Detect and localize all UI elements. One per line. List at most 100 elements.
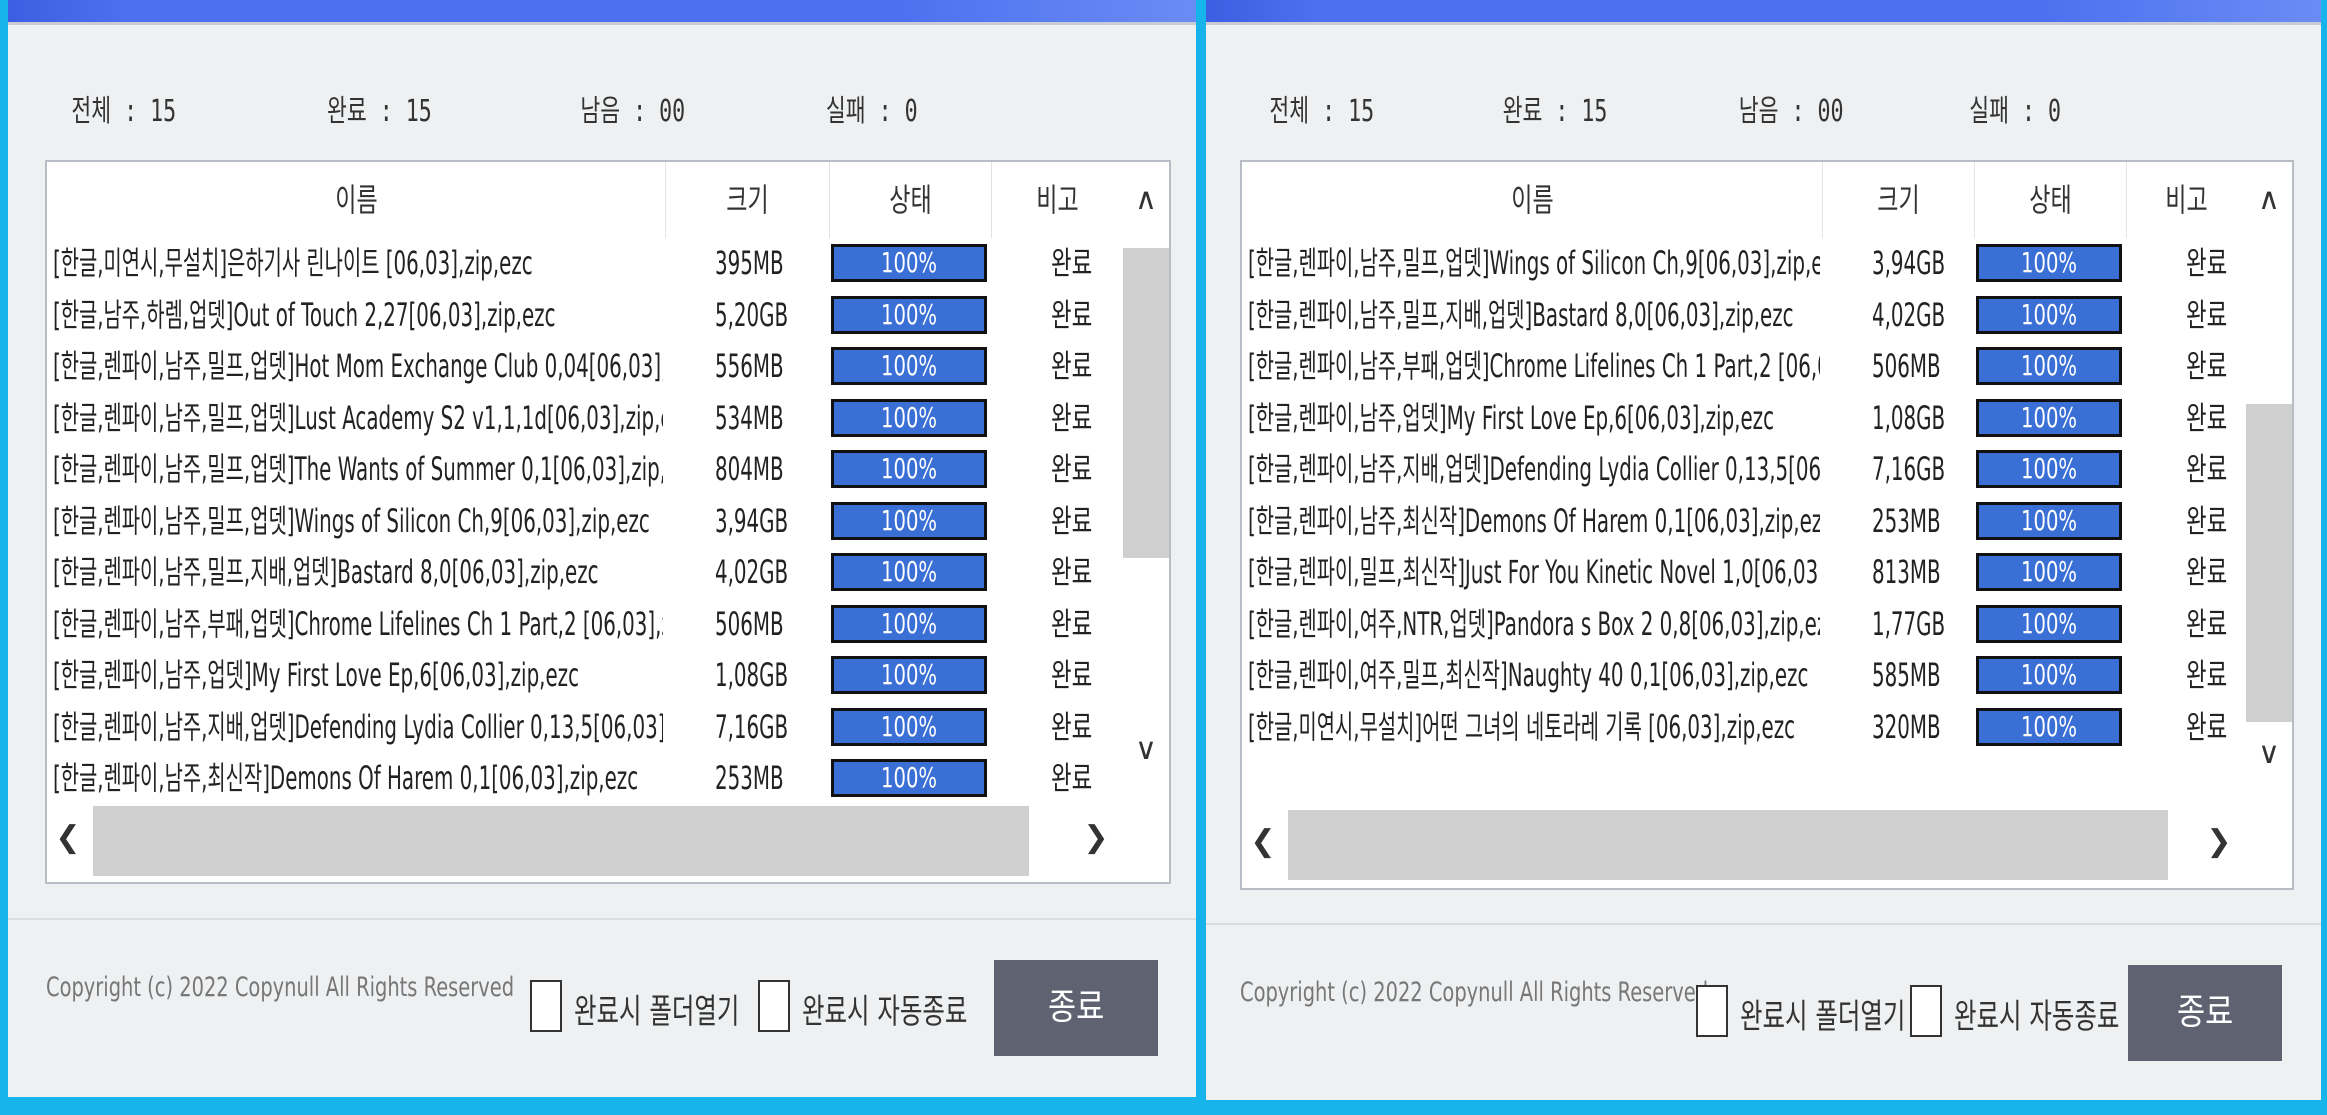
column-header-status[interactable]: 상태 (829, 162, 992, 238)
exit-button[interactable]: 종료 (994, 960, 1158, 1056)
file-list[interactable]: 이름 크기 상태 비고 [한글,미연시,무설치]은하기사 린나이트 [06,03… (45, 160, 1171, 884)
column-header-name[interactable]: 이름 (1242, 162, 1823, 238)
chevron-left-icon[interactable]: ❮ (53, 820, 83, 855)
table-row[interactable]: [한글,렌파이,남주,밀프,업뎃]Hot Mom Exchange Club 0… (47, 341, 1123, 392)
table-row[interactable]: [한글,렌파이,남주,밀프,업뎃]Lust Academy S2 v1,1,1d… (47, 393, 1123, 444)
chevron-right-icon[interactable]: ❯ (1081, 820, 1111, 855)
progress-percent: 100% (880, 246, 938, 279)
file-name: [한글,남주,하렘,업뎃]Out of Touch 2,27[06,03],zi… (53, 295, 556, 334)
status-note: 완료 (2186, 398, 2228, 437)
status-note: 완료 (1051, 707, 1093, 746)
file-size: 395MB (715, 244, 784, 282)
chevron-down-icon[interactable]: ∨ (1123, 732, 1169, 767)
status-note: 완료 (2186, 295, 2228, 334)
progress-bar: 100% (831, 244, 987, 282)
horizontal-scrollbar[interactable]: ❮ ❯ (47, 802, 1167, 880)
table-row[interactable]: [한글,렌파이,남주,밀프,지배,업뎃]Bastard 8,0[06,03],z… (47, 547, 1123, 598)
auto-exit-checkbox[interactable] (758, 980, 790, 1032)
table-row[interactable]: [한글,렌파이,남주,밀프,업뎃]Wings of Silicon Ch,9[0… (1242, 238, 2246, 289)
file-size: 5,20GB (715, 295, 789, 334)
file-size: 1,08GB (715, 656, 789, 694)
column-header-note[interactable]: 비고 (2126, 162, 2247, 238)
column-header-note[interactable]: 비고 (991, 162, 1124, 238)
title-bar[interactable] (8, 0, 1196, 25)
chevron-up-icon[interactable]: ∧ (2246, 182, 2292, 217)
open-folder-checkbox[interactable] (1696, 985, 1728, 1037)
auto-exit-label: 완료시 자동종료 (1954, 997, 2120, 1037)
table-row[interactable]: [한글,렌파이,남주,최신작]Demons Of Harem 0,1[06,03… (1242, 496, 2246, 547)
table-row[interactable]: [한글,렌파이,밀프,최신작]Just For You Kinetic Nove… (1242, 547, 2246, 598)
chevron-down-icon[interactable]: ∨ (2246, 736, 2292, 771)
table-row[interactable]: [한글,렌파이,남주,밀프,지배,업뎃]Bastard 8,0[06,03],z… (1242, 290, 2246, 341)
file-size: 556MB (715, 347, 784, 385)
status-note: 완료 (2186, 501, 2228, 540)
horizontal-scrollbar[interactable]: ❮ ❯ (1242, 806, 2290, 884)
table-row[interactable]: [한글,렌파이,남주,업뎃]My First Love Ep,6[06,03],… (47, 650, 1123, 701)
chevron-left-icon[interactable]: ❮ (1248, 824, 1278, 859)
status-note: 완료 (1051, 501, 1093, 540)
title-bar[interactable] (1206, 0, 2321, 25)
table-row[interactable]: [한글,렌파이,남주,부패,업뎃]Chrome Lifelines Ch 1 P… (47, 599, 1123, 650)
file-name: [한글,렌파이,남주,밀프,업뎃]The Wants of Summer 0,1… (53, 450, 663, 488)
column-header-size[interactable]: 크기 (1822, 162, 1975, 238)
file-name: [한글,렌파이,여주,NTR,업뎃]Pandora s Box 2 0,8[06… (1248, 604, 1820, 643)
file-size: 585MB (1872, 656, 1941, 694)
column-header-name[interactable]: 이름 (47, 162, 666, 238)
progress-bar: 100% (1976, 553, 2122, 591)
vertical-scrollbar[interactable]: ∧ ∨ (1123, 162, 1169, 802)
table-row[interactable]: [한글,남주,하렘,업뎃]Out of Touch 2,27[06,03],zi… (47, 290, 1123, 341)
table-row[interactable]: [한글,렌파이,여주,NTR,업뎃]Pandora s Box 2 0,8[06… (1242, 599, 2246, 650)
table-row[interactable]: [한글,렌파이,남주,부패,업뎃]Chrome Lifelines Ch 1 P… (1242, 341, 2246, 392)
file-size: 506MB (1872, 347, 1941, 385)
table-row[interactable]: [한글,렌파이,남주,지배,업뎃]Defending Lydia Collier… (47, 702, 1123, 753)
vertical-scroll-thumb[interactable] (1123, 248, 1169, 558)
progress-bar: 100% (1976, 707, 2122, 746)
horizontal-scroll-thumb[interactable] (93, 806, 1029, 876)
footer: Copyright (c) 2022 Copynull All Rights R… (8, 918, 1196, 1097)
chevron-up-icon[interactable]: ∧ (1123, 182, 1169, 217)
horizontal-scroll-thumb[interactable] (1288, 810, 2168, 880)
stat-remaining: 남음 : 00 (580, 94, 686, 129)
stat-remaining: 남음 : 00 (1738, 94, 1844, 129)
column-header-status[interactable]: 상태 (1974, 162, 2127, 238)
downloader-window-right: 전체 : 15 완료 : 15 남음 : 00 실패 : 0 이름 크기 상태 … (1206, 0, 2321, 1100)
table-row[interactable]: [한글,렌파이,남주,지배,업뎃]Defending Lydia Collier… (1242, 444, 2246, 495)
file-name: [한글,미연시,무설치]은하기사 린나이트 [06,03],zip,ezc (53, 244, 533, 282)
status-note: 완료 (1051, 656, 1093, 694)
table-row[interactable]: [한글,렌파이,남주,밀프,업뎃]Wings of Silicon Ch,9[0… (47, 496, 1123, 547)
table-row[interactable]: [한글,미연시,무설치]어떤 그녀의 네토라레 기록 [06,03],zip,e… (1242, 702, 2246, 753)
open-folder-label: 완료시 폴더열기 (574, 992, 740, 1032)
list-header: 이름 크기 상태 비고 (1242, 162, 2247, 238)
table-row[interactable]: [한글,렌파이,남주,밀프,업뎃]The Wants of Summer 0,1… (47, 444, 1123, 495)
progress-percent: 100% (880, 709, 938, 743)
vertical-scrollbar[interactable]: ∧ ∨ (2246, 162, 2292, 806)
progress-percent: 100% (880, 349, 938, 382)
status-note: 완료 (2186, 656, 2228, 694)
file-size: 3,94GB (715, 501, 789, 540)
file-list[interactable]: 이름 크기 상태 비고 [한글,렌파이,남주,밀프,업뎃]Wings of Si… (1240, 160, 2294, 890)
progress-percent: 100% (880, 503, 938, 537)
status-note: 완료 (1051, 398, 1093, 437)
exit-button[interactable]: 종료 (2128, 965, 2282, 1061)
progress-percent: 100% (2020, 400, 2078, 434)
auto-exit-checkbox[interactable] (1910, 985, 1942, 1037)
progress-percent: 100% (880, 297, 938, 331)
progress-percent: 100% (880, 400, 938, 434)
vertical-scroll-thumb[interactable] (2246, 404, 2292, 722)
progress-percent: 100% (880, 761, 938, 794)
file-name: [한글,렌파이,남주,밀프,업뎃]Wings of Silicon Ch,9[0… (1248, 244, 1820, 282)
table-row[interactable]: [한글,렌파이,남주,최신작]Demons Of Harem 0,1[06,03… (47, 753, 1123, 804)
table-row[interactable]: [한글,미연시,무설치]은하기사 린나이트 [06,03],zip,ezc 395… (47, 238, 1123, 289)
table-row[interactable]: [한글,렌파이,남주,업뎃]My First Love Ep,6[06,03],… (1242, 393, 2246, 444)
file-name: [한글,렌파이,남주,밀프,지배,업뎃]Bastard 8,0[06,03],z… (53, 553, 599, 591)
progress-percent: 100% (880, 452, 938, 485)
chevron-right-icon[interactable]: ❯ (2204, 824, 2234, 859)
stat-failed: 실패 : 0 (1969, 94, 2061, 129)
progress-percent: 100% (2020, 349, 2078, 382)
table-row[interactable]: [한글,렌파이,여주,밀프,최신작]Naughty 40 0,1[06,03],… (1242, 650, 2246, 701)
copyright-text: Copyright (c) 2022 Copynull All Rights R… (46, 972, 515, 1003)
column-header-size[interactable]: 크기 (665, 162, 830, 238)
file-name: [한글,렌파이,남주,밀프,업뎃]Hot Mom Exchange Club 0… (53, 347, 663, 385)
open-folder-checkbox[interactable] (530, 980, 562, 1032)
progress-percent: 100% (2020, 606, 2078, 640)
